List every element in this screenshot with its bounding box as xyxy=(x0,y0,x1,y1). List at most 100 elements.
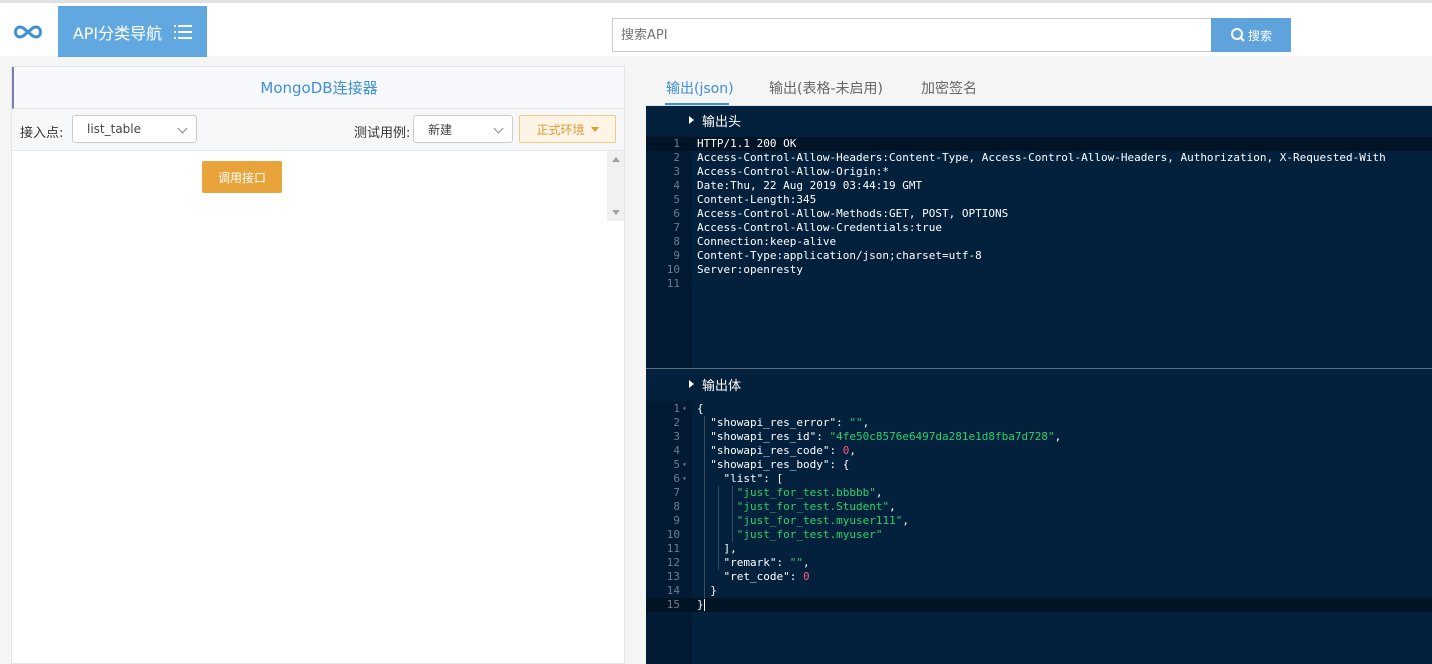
output-body-section[interactable]: 输出体 xyxy=(646,370,1432,398)
line-number: 4 xyxy=(673,179,680,192)
line-number: 4 xyxy=(673,444,680,457)
line-number: 13 xyxy=(666,570,680,583)
text-cursor xyxy=(703,599,705,611)
tab-output-json[interactable]: 输出(json) xyxy=(666,78,734,98)
code-text: Access-Control-Allow-Credentials:true xyxy=(697,221,943,234)
line-number: 12 xyxy=(666,556,680,569)
code-text: } xyxy=(697,598,705,611)
api-test-panel: MongoDB连接器 接入点: list_table 测试用例: 新建 正式环境… xyxy=(11,66,625,664)
line-number: 7 xyxy=(673,486,680,499)
code-line: 9 "just_for_test.myuser111", xyxy=(646,514,1432,528)
code-text: "showapi_res_code": 0, xyxy=(710,444,856,457)
code-line: 15} xyxy=(646,598,1432,612)
code-line: 11 xyxy=(646,277,1432,291)
line-number: 6 xyxy=(673,472,680,485)
line-number: 14 xyxy=(666,584,680,597)
code-line: 8 Connection:keep-alive xyxy=(646,235,1432,249)
search-input[interactable] xyxy=(612,18,1212,52)
code-line: 10 "just_for_test.myuser" xyxy=(646,528,1432,542)
code-line: 7 "just_for_test.bbbbb", xyxy=(646,486,1432,500)
line-number: 6 xyxy=(673,207,680,220)
infinity-logo-icon[interactable] xyxy=(10,19,46,45)
code-line: 13 "ret_code": 0 xyxy=(646,570,1432,584)
line-number: 8 xyxy=(673,500,680,513)
code-line: 4 "showapi_res_code": 0, xyxy=(646,444,1432,458)
testcase-value: 新建 xyxy=(428,122,453,137)
chevron-down-icon xyxy=(493,123,504,134)
output-body-title: 输出体 xyxy=(702,378,742,394)
line-number: 1 xyxy=(673,402,680,415)
search-button-label: 搜索 xyxy=(1247,28,1272,43)
line-number: 10 xyxy=(666,528,680,541)
code-text: Access-Control-Allow-Methods:GET, POST, … xyxy=(697,207,1009,220)
line-number: 3 xyxy=(673,165,680,178)
header-code-editor[interactable]: 1 HTTP/1.1 200 OK 2 Access-Control-Allow-He… xyxy=(646,137,1432,291)
line-number: 15 xyxy=(666,598,680,611)
line-number: 8 xyxy=(673,235,680,248)
code-text: HTTP/1.1 200 OK xyxy=(697,137,797,150)
call-api-button[interactable]: 调用接口 xyxy=(202,161,282,193)
scrollbar[interactable] xyxy=(607,151,624,221)
endpoint-value: list_table xyxy=(87,122,142,136)
code-text: ], xyxy=(697,542,737,555)
line-number: 10 xyxy=(666,263,680,276)
line-number: 5 xyxy=(673,193,680,206)
active-tab-indicator xyxy=(665,103,729,105)
code-text: { xyxy=(697,402,704,415)
environment-label: 正式环境 xyxy=(536,122,585,137)
api-category-nav-button[interactable]: API分类导航 xyxy=(58,6,207,57)
tab-output-table[interactable]: 输出(表格-未启用) xyxy=(769,78,883,98)
top-bar: API分类导航 搜索 xyxy=(0,0,1432,57)
code-line: 14 } xyxy=(646,584,1432,598)
endpoint-select[interactable]: list_table xyxy=(72,115,197,143)
code-text: "showapi_res_error": "", xyxy=(710,416,870,429)
output-panel: 输出(json) 输出(表格-未启用) 加密签名 输出头 1 HTTP/1.1 2… xyxy=(646,66,1432,664)
code-text: "showapi_res_id": "4fe50c8576e6497da281e… xyxy=(710,430,1062,443)
code-line: 5 Content-Length:345 xyxy=(646,193,1432,207)
line-number: 7 xyxy=(673,221,680,234)
code-line: 11 ], xyxy=(646,542,1432,556)
indent-guide xyxy=(732,486,733,542)
code-text: Access-Control-Allow-Headers:Content-Typ… xyxy=(697,151,1386,164)
body-code-editor[interactable]: 1 ▾{2 "showapi_res_error": "", 3 "showapi_… xyxy=(646,402,1432,612)
code-text: Content-Length:345 xyxy=(697,193,817,206)
chevron-down-icon xyxy=(177,123,188,134)
code-text: Date:Thu, 22 Aug 2019 03:44:19 GMT xyxy=(697,179,923,192)
code-text: "list": [ xyxy=(723,472,784,485)
endpoint-label: 接入点: xyxy=(20,126,64,141)
panel-title: MongoDB连接器 xyxy=(12,67,624,109)
code-line: 10 Server:openresty xyxy=(646,263,1432,277)
code-line: 7 Access-Control-Allow-Credentials:true xyxy=(646,221,1432,235)
section-divider xyxy=(646,368,1432,369)
code-line: 6 Access-Control-Allow-Methods:GET, POST,… xyxy=(646,207,1432,221)
scroll-up-icon[interactable] xyxy=(612,157,620,162)
line-number: 9 xyxy=(673,249,680,262)
line-number: 2 xyxy=(673,151,680,164)
output-header-title: 输出头 xyxy=(702,114,742,130)
caret-right-icon xyxy=(689,116,694,124)
line-number: 5 xyxy=(673,458,680,471)
nav-label: API分类导航 xyxy=(72,23,163,43)
line-number: 11 xyxy=(666,542,680,555)
code-text: Content-Type:application/json;charset=ut… xyxy=(697,249,982,262)
fold-toggle-icon[interactable]: ▾ xyxy=(682,458,687,472)
line-number: 1 xyxy=(673,137,680,150)
controls-bar: 接入点: list_table 测试用例: 新建 正式环境 xyxy=(12,109,624,151)
testcase-select[interactable]: 新建 xyxy=(413,115,513,143)
scroll-down-icon[interactable] xyxy=(612,210,620,215)
environment-dropdown[interactable]: 正式环境 xyxy=(519,115,616,143)
list-menu-icon xyxy=(174,24,193,40)
fold-toggle-icon[interactable]: ▾ xyxy=(682,402,687,416)
code-text: "remark": "", xyxy=(723,556,810,569)
tab-encrypt-sign[interactable]: 加密签名 xyxy=(921,78,977,98)
output-header-section[interactable]: 输出头 xyxy=(646,106,1432,134)
output-tabs: 输出(json) 输出(表格-未启用) 加密签名 xyxy=(646,66,1432,106)
fold-toggle-icon[interactable]: ▾ xyxy=(682,472,687,486)
testcase-label: 测试用例: xyxy=(354,126,411,141)
code-text: Access-Control-Allow-Origin:* xyxy=(697,165,890,178)
code-line: 5 ▾ "showapi_res_body": { xyxy=(646,458,1432,472)
code-text: "just_for_test.myuser111", xyxy=(736,514,909,527)
code-line: 6 ▾ "list": [ xyxy=(646,472,1432,486)
caret-down-icon xyxy=(590,126,599,132)
search-button[interactable]: 搜索 xyxy=(1211,18,1291,52)
